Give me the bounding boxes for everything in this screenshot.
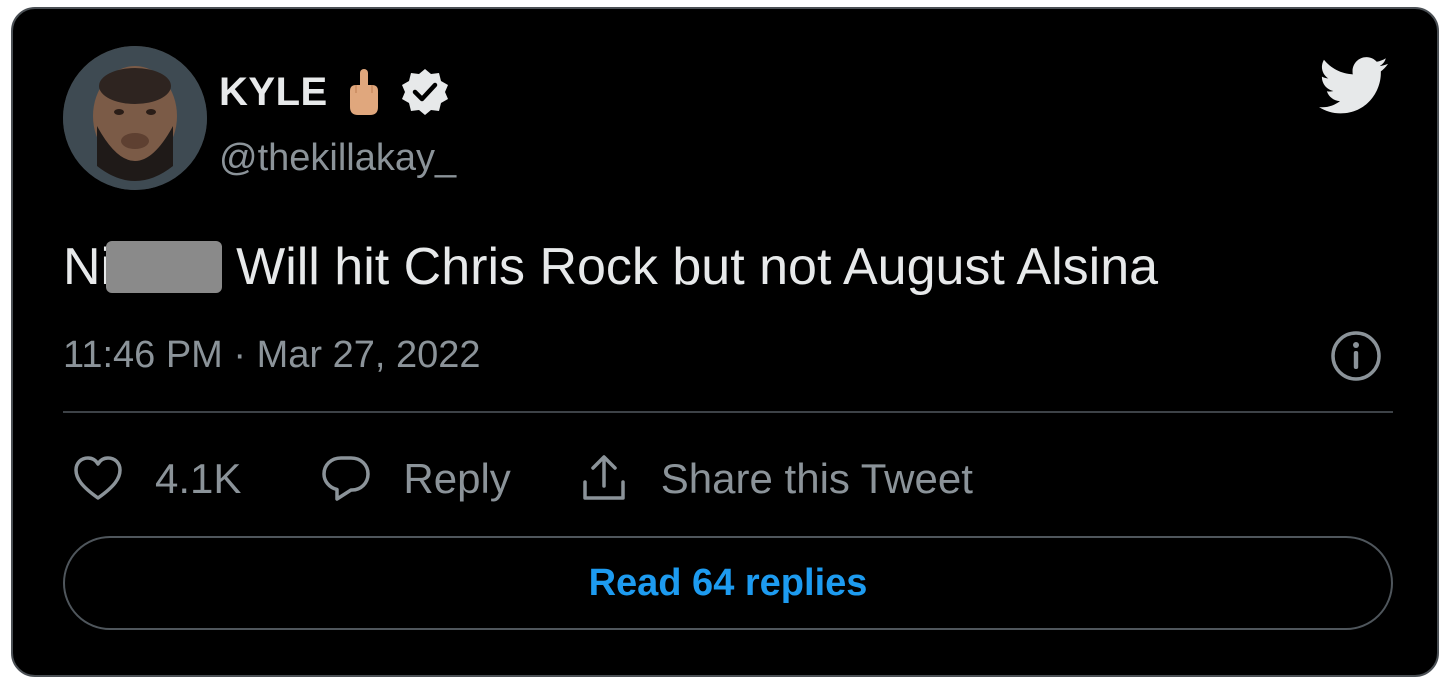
middle-finger-emoji-icon — [349, 69, 378, 115]
verified-badge-icon — [401, 69, 448, 115]
like-count: 4.1K — [155, 455, 242, 502]
share-button[interactable]: Share this Tweet — [577, 452, 973, 506]
twitter-bird-icon[interactable] — [1319, 56, 1389, 116]
tweet-text-prefix: Ni — [63, 238, 113, 296]
reply-label: Reply — [403, 455, 511, 502]
divider — [63, 411, 1393, 413]
like-button[interactable]: 4.1K — [71, 452, 241, 506]
tweet-text: Ni Will hit Chris Rock but not August Al… — [63, 237, 1158, 297]
share-icon — [583, 455, 625, 500]
censor-block — [106, 241, 223, 293]
reply-button[interactable]: Reply — [319, 452, 511, 506]
share-label: Share this Tweet — [660, 455, 973, 502]
author-display-name[interactable]: KYLE — [219, 70, 328, 115]
tweet-timestamp[interactable]: 11:46 PM · Mar 27, 2022 — [63, 334, 481, 377]
author-handle[interactable]: @thekillakay_ — [219, 137, 456, 180]
tweet-text-main: Will hit Chris Rock but not August Alsin… — [236, 238, 1159, 296]
read-replies-button[interactable]: Read 64 replies — [63, 536, 1393, 630]
heart-icon — [74, 456, 122, 500]
avatar[interactable] — [63, 46, 207, 190]
info-icon[interactable] — [1329, 329, 1383, 383]
author-name-row: KYLE — [219, 67, 450, 117]
tweet-card: KYLE @thekillakay_ Ni Will hit Chris Roc… — [11, 7, 1439, 677]
action-bar: 4.1K Reply Share this Tweet — [71, 449, 973, 509]
reply-bubble-icon — [322, 456, 371, 501]
